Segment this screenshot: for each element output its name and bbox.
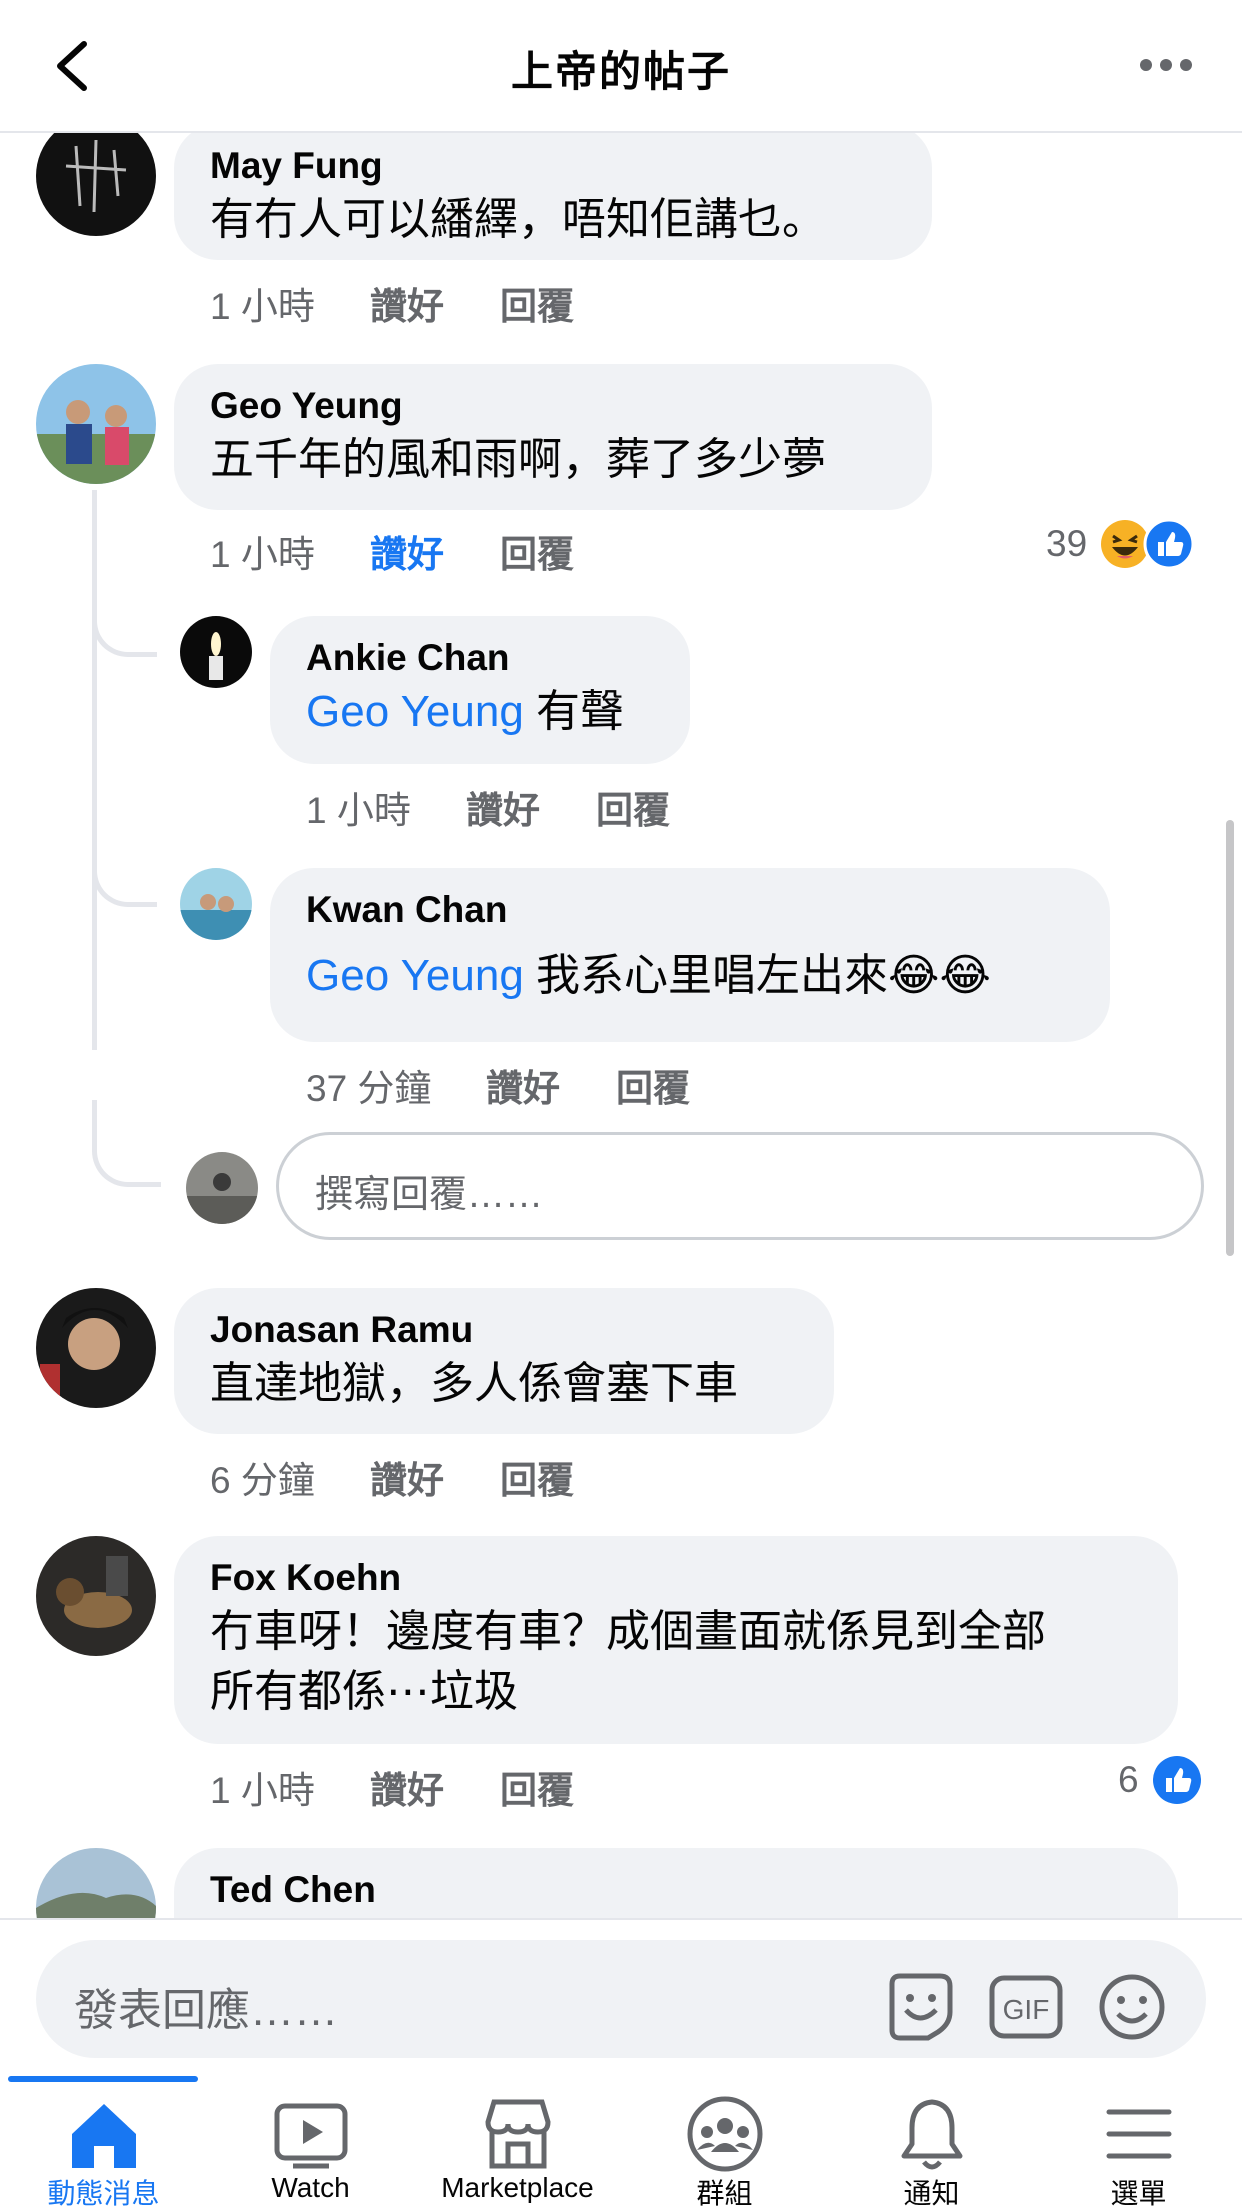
avatar-ted-chen[interactable] [36, 1848, 156, 1918]
commenter-name[interactable]: Geo Yeung [210, 382, 896, 430]
emoji-icon[interactable] [1094, 1972, 1170, 2042]
menu-icon [1106, 2109, 1171, 2159]
avatar-ankie-chan[interactable] [180, 616, 252, 688]
reply-bubble[interactable]: Ankie Chan Geo Yeung 有聲 [270, 616, 690, 764]
comment-text-line-1: 冇車呀！邊度有車？成個畫面就係見到全部 [210, 1607, 1046, 1656]
avatar-may-fung[interactable] [36, 116, 156, 236]
comment-actions: 1 小時 讚好 回覆 [210, 524, 574, 578]
tab-label: Watch [271, 2172, 350, 2203]
mention-link[interactable]: Geo Yeung [306, 951, 524, 1000]
comment-text-line-2: 所有都係⋯垃圾 [210, 1667, 518, 1716]
like-button[interactable]: 讚好 [466, 780, 596, 834]
reply-button[interactable]: 回覆 [500, 1450, 574, 1504]
comment-bubble[interactable]: May Fung 有冇人可以繙繹，唔知佢講乜。 [174, 124, 932, 260]
comment-text: 直達地獄，多人係會塞下車 [210, 1359, 738, 1408]
like-reaction-icon [1143, 518, 1195, 570]
reply-text-line: Geo Yeung 有聲 [306, 682, 654, 742]
watch-icon [274, 2103, 347, 2169]
reply-text-line: Geo Yeung 我系心里唱左出來😂😂 [306, 946, 1074, 1006]
tab-label: 通知 [903, 2178, 960, 2209]
comment-actions: 1 小時 讚好 回覆 [306, 780, 670, 834]
comment-actions: 1 小時 讚好 回覆 [210, 276, 574, 330]
like-button[interactable]: 讚好 [370, 524, 500, 578]
top-bar: 上帝的帖子 [0, 0, 1242, 133]
reply-input[interactable]: 撰寫回覆…… [276, 1132, 1204, 1240]
sticker-icon[interactable] [882, 1972, 958, 2042]
more-options-icon[interactable] [1138, 50, 1194, 80]
comment-text: 有聲 [536, 687, 625, 736]
like-button[interactable]: 讚好 [370, 1450, 500, 1504]
groups-icon [687, 2096, 762, 2172]
reply-button[interactable]: 回覆 [596, 780, 670, 834]
comment-bubble[interactable]: Jonasan Ramu 直達地獄，多人係會塞下車 [174, 1288, 834, 1434]
reply-button[interactable]: 回覆 [500, 276, 574, 330]
comment-bubble[interactable]: Geo Yeung 五千年的風和雨啊，葬了多少夢 [174, 364, 932, 510]
thread-branch [92, 830, 157, 907]
commenter-name[interactable]: Ankie Chan [306, 634, 654, 682]
tab-label: 動態消息 [47, 2178, 160, 2209]
tab-news-feed[interactable]: 動態消息 [0, 2082, 207, 2209]
reaction-summary[interactable]: 6 [1118, 1754, 1203, 1806]
commenter-name[interactable]: May Fung [210, 142, 896, 190]
home-icon [71, 2104, 136, 2168]
thread-branch [92, 1100, 161, 1187]
reply-button[interactable]: 回覆 [500, 524, 574, 578]
comment-input[interactable]: 發表回應…… GIF [36, 1940, 1206, 2058]
tab-menu[interactable]: 選單 [1035, 2082, 1242, 2209]
reply-button[interactable]: 回覆 [616, 1058, 690, 1112]
comment-input-placeholder: 發表回應…… [74, 1986, 338, 2035]
like-button[interactable]: 讚好 [370, 1760, 500, 1814]
tab-marketplace[interactable]: Marketplace [414, 2082, 621, 2208]
like-button[interactable]: 讚好 [486, 1058, 616, 1112]
comment-text: 五千年的風和雨啊，葬了多少夢 [210, 435, 826, 484]
gif-icon[interactable]: GIF [988, 1972, 1064, 2042]
comment-time: 1 小時 [306, 790, 411, 831]
comment-time: 37 分鐘 [306, 1068, 432, 1109]
commenter-name[interactable]: Kwan Chan [306, 886, 1074, 934]
like-button[interactable]: 讚好 [370, 276, 500, 330]
tab-notifications[interactable]: 通知 [828, 2082, 1035, 2209]
avatar-kwan-chan[interactable] [180, 868, 252, 940]
avatar-fox-koehn[interactable] [36, 1536, 156, 1656]
comment-actions: 37 分鐘 讚好 回覆 [306, 1058, 690, 1112]
tab-watch[interactable]: Watch [207, 2082, 414, 2208]
page-title: 上帝的帖子 [510, 48, 731, 95]
reaction-summary[interactable]: 39 [1046, 518, 1195, 570]
like-reaction-icon [1152, 1756, 1201, 1804]
tab-label: 選單 [1110, 2178, 1167, 2209]
comment-time: 1 小時 [210, 286, 315, 327]
reaction-count: 6 [1118, 1759, 1139, 1800]
svg-text:GIF: GIF [1003, 1994, 1050, 2025]
comment-time: 1 小時 [210, 534, 315, 575]
comment-text: 我系心里唱左出來😂😂 [536, 951, 991, 1000]
reaction-count: 39 [1046, 523, 1088, 564]
reply-bubble[interactable]: Kwan Chan Geo Yeung 我系心里唱左出來😂😂 [270, 868, 1110, 1042]
avatar-geo-yeung[interactable] [36, 364, 156, 484]
bottom-navigation: 動態消息 Watch Marketplace 群組 通知 選單 [0, 2076, 1242, 2209]
commenter-name[interactable]: Ted Chen [210, 1866, 1142, 1914]
mention-link[interactable]: Geo Yeung [306, 687, 524, 736]
comment-text: 有冇人可以繙繹，唔知佢講乜。 [210, 195, 826, 244]
marketplace-icon [484, 2099, 551, 2169]
comment-time: 1 小時 [210, 1770, 315, 1811]
scrollbar[interactable] [1226, 820, 1234, 1256]
comment-time: 6 分鐘 [210, 1460, 315, 1501]
comment-composer: 發表回應…… GIF [0, 1918, 1242, 2078]
avatar-jonasan-ramu[interactable] [36, 1288, 156, 1408]
tab-label: 群組 [696, 2178, 753, 2209]
comment-bubble[interactable]: Fox Koehn 冇車呀！邊度有車？成個畫面就係見到全部 所有都係⋯垃圾 [174, 1536, 1178, 1744]
commenter-name[interactable]: Fox Koehn [210, 1554, 1142, 1602]
thread-branch [92, 560, 157, 657]
comment-actions: 6 分鐘 讚好 回覆 [210, 1450, 574, 1504]
tab-label: Marketplace [441, 2172, 594, 2203]
tab-groups[interactable]: 群組 [621, 2082, 828, 2209]
comments-feed[interactable]: May Fung 有冇人可以繙繹，唔知佢講乜。 1 小時 讚好 回覆 Geo Y… [0, 0, 1242, 1918]
reply-button[interactable]: 回覆 [500, 1760, 574, 1814]
commenter-name[interactable]: Jonasan Ramu [210, 1306, 798, 1354]
comment-bubble[interactable]: Ted Chen [174, 1848, 1178, 1918]
current-user-avatar [186, 1152, 258, 1224]
bell-icon [901, 2099, 962, 2170]
comment-actions: 1 小時 讚好 回覆 [210, 1760, 574, 1814]
